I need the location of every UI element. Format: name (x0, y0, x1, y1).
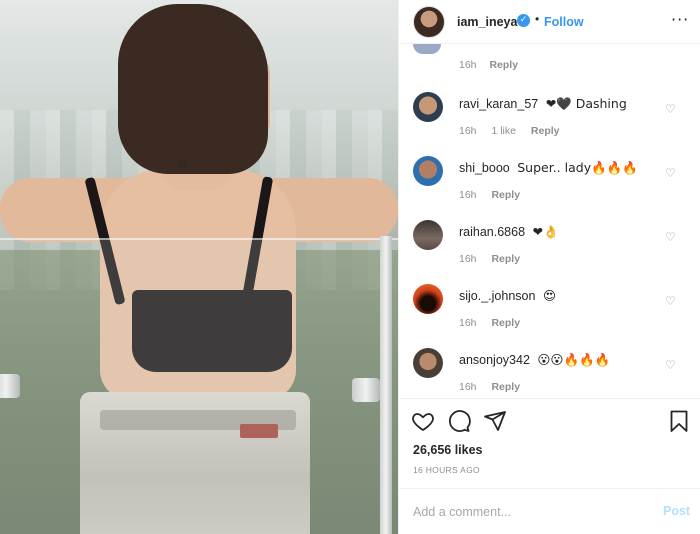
previous-comment-avatar[interactable] (413, 44, 441, 54)
comment-time: 16h (459, 189, 477, 201)
comment-time: 16h (459, 381, 477, 393)
commenter-avatar[interactable] (413, 348, 443, 378)
reply-button[interactable]: Reply (491, 189, 520, 201)
commenter-username[interactable]: raihan.6868 (459, 225, 525, 239)
comment-meta: 16h Reply (459, 253, 532, 265)
author-username[interactable]: iam_ineya (457, 15, 517, 29)
comment-like-heart-icon[interactable]: ♡ (665, 230, 676, 244)
commenter-avatar[interactable] (413, 156, 443, 186)
reply-button[interactable]: Reply (491, 317, 520, 329)
author-avatar[interactable] (413, 6, 445, 38)
comment-item: raihan.6868 ❤👌 16h Reply ♡ (399, 218, 700, 280)
post-header: iam_ineya ✓ • Follow ··· (399, 0, 700, 44)
commenter-username[interactable]: sijo._.johnson (459, 289, 535, 303)
comment-icon[interactable] (447, 409, 471, 433)
comment-body: Super.. lady🔥🔥🔥 (517, 160, 638, 175)
comment-meta: 16h Reply (459, 189, 532, 201)
comment-text: ravi_karan_57 ❤🖤 Dashing (459, 96, 627, 112)
comment-like-heart-icon[interactable]: ♡ (665, 102, 676, 116)
commenter-username[interactable]: ravi_karan_57 (459, 97, 538, 111)
comment-text: ansonjoy342 😮😮🔥🔥🔥 (459, 352, 610, 368)
heart-icon[interactable] (411, 409, 435, 433)
photo-railing-post (380, 236, 392, 534)
comment-time: 16h (459, 253, 477, 265)
post-timestamp[interactable]: 16 HOURS AGO (413, 465, 480, 475)
comment-item: shi_booo Super.. lady🔥🔥🔥 16h Reply ♡ (399, 154, 700, 216)
verified-badge-icon: ✓ (517, 14, 530, 27)
commenter-avatar[interactable] (413, 284, 443, 314)
comment-item: sijo._.johnson 😍 16h Reply ♡ (399, 282, 700, 344)
commenter-username[interactable]: ansonjoy342 (459, 353, 530, 367)
post-side-panel: iam_ineya ✓ • Follow ··· 16h Reply ravi_… (398, 0, 700, 534)
reply-button[interactable]: Reply (491, 381, 520, 393)
comment-time: 16h (459, 317, 477, 329)
comment-text: sijo._.johnson 😍 (459, 288, 556, 303)
comment-item: ravi_karan_57 ❤🖤 Dashing 16h 1 like Repl… (399, 90, 700, 152)
comment-input[interactable] (413, 501, 633, 523)
comment-time: 16h (459, 59, 477, 71)
photo-star-tattoo: ✡ (176, 159, 188, 174)
post-comment-button[interactable]: Post (663, 504, 690, 518)
header-separator: • (535, 12, 540, 26)
comment-like-heart-icon[interactable]: ♡ (665, 166, 676, 180)
comment-like-heart-icon[interactable]: ♡ (665, 294, 676, 308)
commenter-avatar[interactable] (413, 220, 443, 250)
photo-hair (118, 4, 268, 174)
comment-meta: 16h Reply (459, 381, 532, 393)
commenter-avatar[interactable] (413, 92, 443, 122)
more-options-icon[interactable]: ··· (671, 10, 689, 29)
reply-button[interactable]: Reply (531, 125, 560, 137)
previous-comment-meta: 16h Reply (459, 59, 518, 71)
photo-glass-railing (0, 238, 398, 534)
add-comment-bar: Post (399, 488, 700, 534)
comment-like-heart-icon[interactable]: ♡ (665, 358, 676, 372)
reply-button[interactable]: Reply (489, 59, 518, 71)
comment-body: ❤👌 (532, 224, 559, 239)
comment-meta: 16h 1 like Reply (459, 125, 571, 137)
share-icon[interactable] (483, 409, 507, 433)
comment-body: 😮😮🔥🔥🔥 (537, 352, 611, 367)
follow-button[interactable]: Follow (544, 15, 584, 29)
instagram-post-view: ✡ iam_ineya ✓ • Follow ··· 16h Reply rav… (0, 0, 700, 534)
bookmark-icon[interactable] (667, 409, 691, 433)
comment-body: ❤🖤 Dashing (545, 96, 627, 111)
comment-text: shi_booo Super.. lady🔥🔥🔥 (459, 160, 638, 176)
comment-text: raihan.6868 ❤👌 (459, 224, 559, 240)
post-photo[interactable]: ✡ (0, 0, 398, 534)
comment-like-count[interactable]: 1 like (491, 125, 516, 137)
photo-railing-clip (0, 374, 20, 398)
photo-railing-clip (352, 378, 380, 402)
comment-body: 😍 (542, 288, 556, 303)
comment-meta: 16h Reply (459, 317, 532, 329)
reply-button[interactable]: Reply (491, 253, 520, 265)
likes-count[interactable]: 26,656 likes (413, 443, 483, 457)
comments-list[interactable]: 16h Reply ravi_karan_57 ❤🖤 Dashing 16h 1… (399, 44, 700, 398)
commenter-username[interactable]: shi_booo (459, 161, 510, 175)
comment-time: 16h (459, 125, 477, 137)
